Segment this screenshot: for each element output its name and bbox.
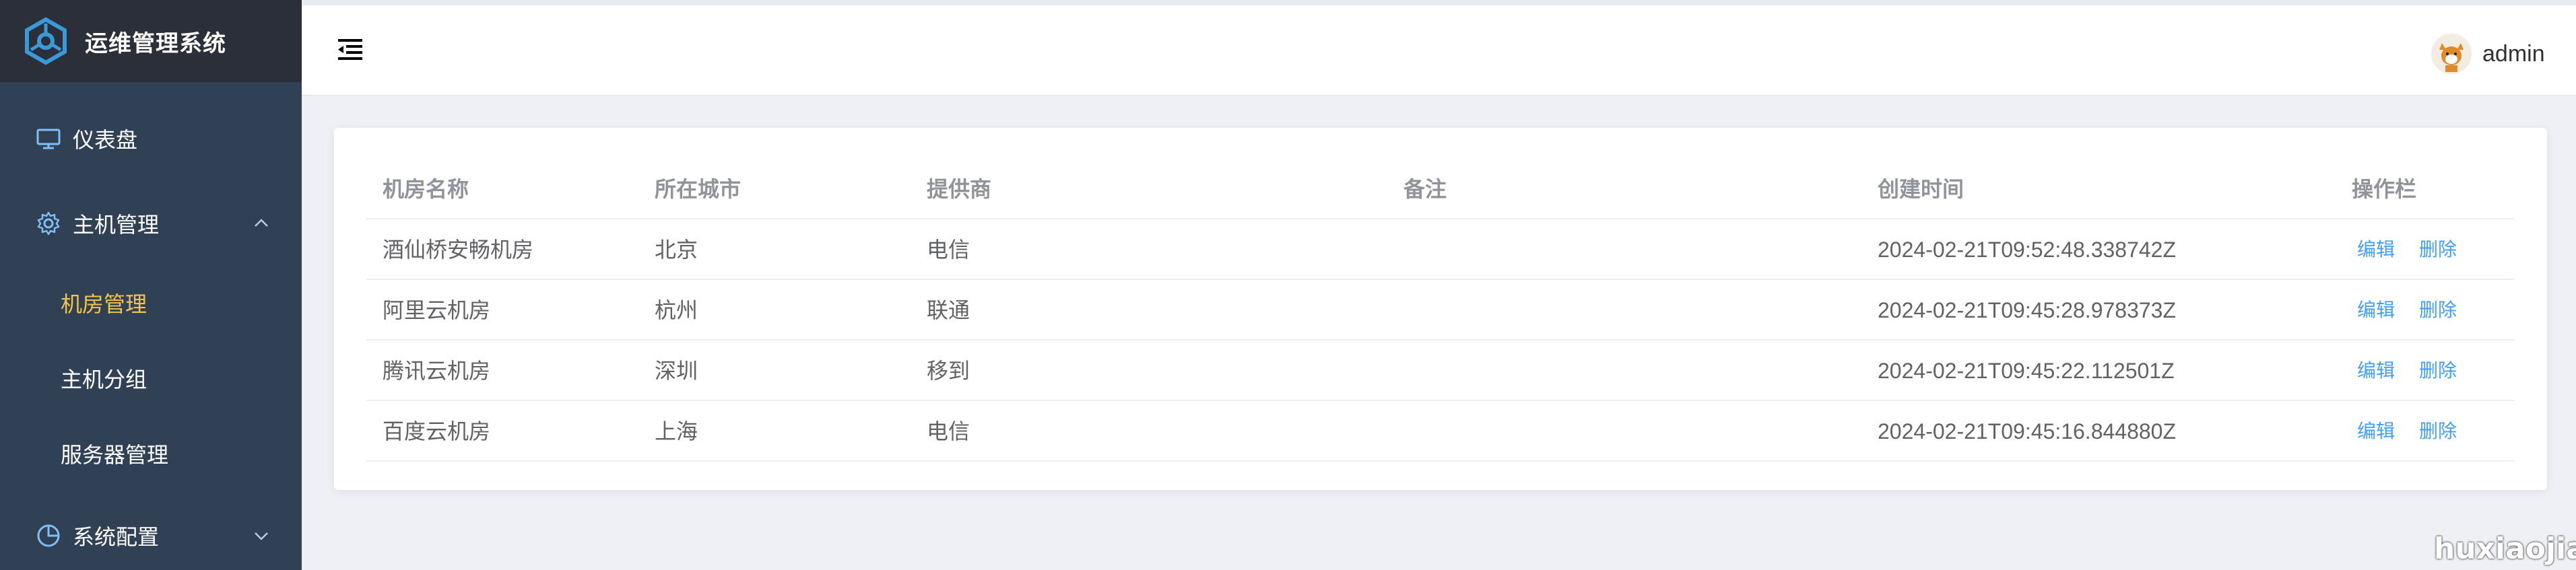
table-row: 腾讯云机房 深圳 移到 2024-02-21T09:45:22.112501Z … bbox=[366, 341, 2515, 401]
sidebar: 运维管理系统 仪表盘 主机管理 机房管理 主机分组 服务器管理 系统配置 bbox=[0, 0, 302, 570]
cell-name: 酒仙桥安畅机房 bbox=[383, 238, 534, 262]
monitor-icon bbox=[36, 129, 61, 149]
logo-icon bbox=[25, 17, 67, 65]
menu-label-host-management: 主机管理 bbox=[73, 213, 160, 237]
delete-button[interactable]: 删除 bbox=[2419, 401, 2457, 462]
submenu-item-room-management[interactable]: 机房管理 bbox=[0, 289, 302, 319]
column-header-provider: 提供商 bbox=[927, 177, 992, 201]
delete-button[interactable]: 删除 bbox=[2419, 219, 2457, 280]
app-title: 运维管理系统 bbox=[85, 30, 226, 57]
cell-name: 腾讯云机房 bbox=[383, 359, 491, 383]
menu-item-dashboard[interactable]: 仪表盘 bbox=[0, 114, 302, 163]
cell-name: 阿里云机房 bbox=[383, 298, 491, 322]
cell-city: 深圳 bbox=[655, 359, 698, 383]
room-table: 机房名称 所在城市 提供商 备注 创建时间 操作栏 酒仙桥安畅机房 北京 电信 … bbox=[366, 159, 2515, 462]
cell-city: 杭州 bbox=[655, 298, 698, 322]
table-row: 阿里云机房 杭州 联通 2024-02-21T09:45:28.978373Z … bbox=[366, 280, 2515, 341]
cell-created: 2024-02-21T09:45:22.112501Z bbox=[1878, 359, 2175, 383]
menu-label-dashboard: 仪表盘 bbox=[73, 128, 138, 152]
submenu-item-host-groups[interactable]: 主机分组 bbox=[0, 365, 302, 394]
column-header-created: 创建时间 bbox=[1878, 177, 1964, 201]
edit-button[interactable]: 编辑 bbox=[2357, 219, 2395, 280]
menu-item-host-management[interactable]: 主机管理 bbox=[0, 199, 302, 248]
username-label[interactable]: admin bbox=[2482, 41, 2545, 67]
column-header-actions: 操作栏 bbox=[2352, 177, 2417, 201]
cell-provider: 电信 bbox=[927, 238, 970, 262]
cell-provider: 电信 bbox=[927, 419, 970, 443]
submenu-item-server-management[interactable]: 服务器管理 bbox=[0, 440, 302, 470]
table-header-row: 机房名称 所在城市 提供商 备注 创建时间 操作栏 bbox=[366, 159, 2515, 219]
cell-created: 2024-02-21T09:45:28.978373Z bbox=[1878, 298, 2177, 322]
edit-button[interactable]: 编辑 bbox=[2357, 280, 2395, 341]
delete-button[interactable]: 删除 bbox=[2419, 341, 2457, 401]
watermark: huxiaojian bbox=[2434, 532, 2576, 566]
cell-city: 北京 bbox=[655, 238, 698, 262]
avatar[interactable] bbox=[2431, 34, 2472, 74]
cell-provider: 联通 bbox=[927, 298, 970, 322]
table-row: 百度云机房 上海 电信 2024-02-21T09:45:16.844880Z … bbox=[366, 401, 2515, 462]
column-header-name: 机房名称 bbox=[383, 177, 469, 201]
edit-button[interactable]: 编辑 bbox=[2357, 401, 2395, 462]
cell-name: 百度云机房 bbox=[383, 419, 491, 443]
top-header: admin bbox=[302, 0, 2576, 96]
cell-city: 上海 bbox=[655, 419, 698, 443]
cell-provider: 移到 bbox=[927, 359, 970, 383]
cell-created: 2024-02-21T09:45:16.844880Z bbox=[1878, 419, 2177, 443]
logo-bar: 运维管理系统 bbox=[0, 0, 302, 82]
cell-created: 2024-02-21T09:52:48.338742Z bbox=[1878, 238, 2177, 262]
edit-button[interactable]: 编辑 bbox=[2357, 341, 2395, 401]
menu-toggle-icon[interactable] bbox=[337, 36, 364, 63]
chevron-up-icon bbox=[255, 219, 268, 227]
pie-chart-icon bbox=[37, 524, 60, 547]
gear-icon bbox=[37, 211, 60, 236]
column-header-note: 备注 bbox=[1403, 177, 1447, 201]
table-row: 酒仙桥安畅机房 北京 电信 2024-02-21T09:52:48.338742… bbox=[366, 219, 2515, 280]
column-header-city: 所在城市 bbox=[655, 177, 741, 201]
menu-item-system-config[interactable]: 系统配置 bbox=[0, 511, 302, 560]
room-list-card: 机房名称 所在城市 提供商 备注 创建时间 操作栏 酒仙桥安畅机房 北京 电信 … bbox=[334, 128, 2547, 490]
menu-label-system-config: 系统配置 bbox=[73, 525, 160, 549]
delete-button[interactable]: 删除 bbox=[2419, 280, 2457, 341]
chevron-down-icon bbox=[255, 532, 268, 540]
